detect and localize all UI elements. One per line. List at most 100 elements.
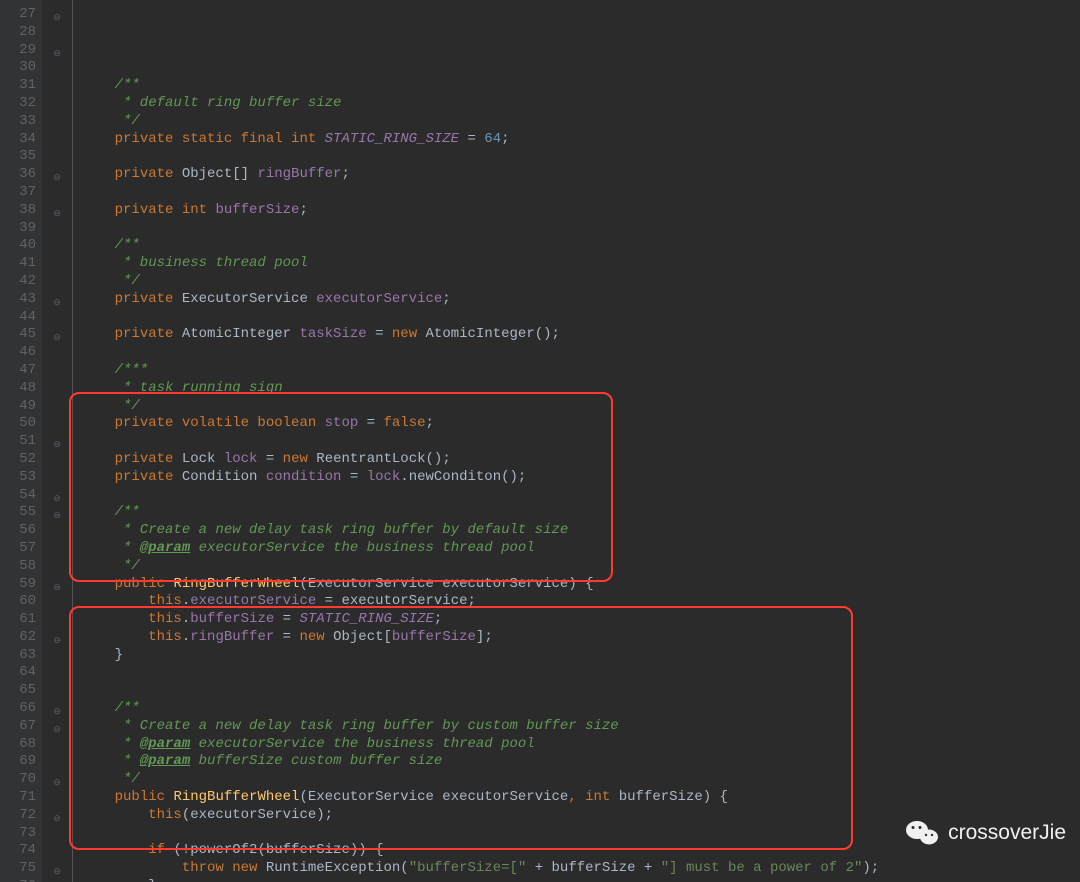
line-number: 63: [0, 647, 36, 665]
line-number: 61: [0, 611, 36, 629]
line-number: 28: [0, 24, 36, 42]
watermark-text: crossoverJie: [948, 824, 1066, 842]
code-line[interactable]: }: [81, 647, 1080, 665]
code-line[interactable]: [81, 309, 1080, 327]
fold-gutter[interactable]: ⊖⊖⊖⊖⊖⊖⊖⊖⊖⊖⊖⊖⊖⊖⊖⊖: [42, 0, 73, 882]
line-number: 38: [0, 202, 36, 220]
code-line[interactable]: this.executorService = executorService;: [81, 593, 1080, 611]
line-number: 46: [0, 344, 36, 362]
line-number: 75: [0, 860, 36, 878]
code-line[interactable]: [81, 220, 1080, 238]
line-number: 57: [0, 540, 36, 558]
line-number: 73: [0, 825, 36, 843]
code-line[interactable]: */: [81, 273, 1080, 291]
code-line[interactable]: [81, 344, 1080, 362]
code-line[interactable]: private static final int STATIC_RING_SIZ…: [81, 131, 1080, 149]
line-number: 47: [0, 362, 36, 380]
line-number: 50: [0, 415, 36, 433]
line-number: 54: [0, 487, 36, 505]
code-line[interactable]: * default ring buffer size: [81, 95, 1080, 113]
code-line[interactable]: }: [81, 878, 1080, 882]
code-line[interactable]: [81, 682, 1080, 700]
code-line[interactable]: /**: [81, 77, 1080, 95]
line-number: 30: [0, 59, 36, 77]
fold-marker[interactable]: ⊖: [53, 295, 61, 313]
fold-marker[interactable]: ⊖: [53, 864, 61, 882]
code-line[interactable]: this.bufferSize = STATIC_RING_SIZE;: [81, 611, 1080, 629]
fold-marker[interactable]: ⊖: [53, 46, 61, 64]
line-number: 41: [0, 255, 36, 273]
code-line[interactable]: * @param executorService the business th…: [81, 736, 1080, 754]
fold-marker[interactable]: ⊖: [53, 775, 61, 793]
code-line[interactable]: /**: [81, 237, 1080, 255]
fold-marker[interactable]: ⊖: [53, 722, 61, 740]
code-area[interactable]: /** * default ring buffer size */ privat…: [73, 0, 1080, 882]
code-line[interactable]: [81, 433, 1080, 451]
line-number: 67: [0, 718, 36, 736]
line-number: 55: [0, 504, 36, 522]
line-number: 68: [0, 736, 36, 754]
code-line[interactable]: private ExecutorService executorService;: [81, 291, 1080, 309]
code-line[interactable]: private int bufferSize;: [81, 202, 1080, 220]
code-line[interactable]: [81, 148, 1080, 166]
line-number: 70: [0, 771, 36, 789]
code-line[interactable]: throw new RuntimeException("bufferSize=[…: [81, 860, 1080, 878]
fold-marker[interactable]: ⊖: [53, 170, 61, 188]
wechat-icon: [904, 818, 940, 848]
code-line[interactable]: * @param bufferSize custom buffer size: [81, 753, 1080, 771]
fold-marker[interactable]: ⊖: [53, 491, 61, 509]
code-line[interactable]: */: [81, 558, 1080, 576]
line-number: 42: [0, 273, 36, 291]
fold-marker[interactable]: ⊖: [53, 437, 61, 455]
line-number: 72: [0, 807, 36, 825]
code-line[interactable]: * @param executorService the business th…: [81, 540, 1080, 558]
line-number: 39: [0, 220, 36, 238]
code-line[interactable]: private Object[] ringBuffer;: [81, 166, 1080, 184]
code-line[interactable]: this.ringBuffer = new Object[bufferSize]…: [81, 629, 1080, 647]
code-line[interactable]: [81, 184, 1080, 202]
line-number: 29: [0, 42, 36, 60]
code-line[interactable]: */: [81, 771, 1080, 789]
line-number: 32: [0, 95, 36, 113]
fold-marker[interactable]: ⊖: [53, 330, 61, 348]
fold-marker[interactable]: ⊖: [53, 704, 61, 722]
fold-marker[interactable]: ⊖: [53, 811, 61, 829]
code-editor[interactable]: 2728293031323334353637383940414243444546…: [0, 0, 1080, 882]
line-number: 52: [0, 451, 36, 469]
fold-marker[interactable]: ⊖: [53, 633, 61, 651]
code-line[interactable]: */: [81, 398, 1080, 416]
code-line[interactable]: * Create a new delay task ring buffer by…: [81, 718, 1080, 736]
line-number: 62: [0, 629, 36, 647]
line-number: 69: [0, 753, 36, 771]
fold-marker[interactable]: ⊖: [53, 206, 61, 224]
line-number: 45: [0, 326, 36, 344]
line-number-gutter: 2728293031323334353637383940414243444546…: [0, 0, 42, 882]
code-line[interactable]: * Create a new delay task ring buffer by…: [81, 522, 1080, 540]
line-number: 33: [0, 113, 36, 131]
line-number: 27: [0, 6, 36, 24]
fold-marker[interactable]: ⊖: [53, 10, 61, 28]
code-line[interactable]: [81, 664, 1080, 682]
line-number: 43: [0, 291, 36, 309]
code-line[interactable]: [81, 487, 1080, 505]
line-number: 66: [0, 700, 36, 718]
code-line[interactable]: private AtomicInteger taskSize = new Ato…: [81, 326, 1080, 344]
code-line[interactable]: /**: [81, 504, 1080, 522]
line-number: 31: [0, 77, 36, 95]
code-line[interactable]: /**: [81, 700, 1080, 718]
line-number: 51: [0, 433, 36, 451]
line-number: 40: [0, 237, 36, 255]
code-line[interactable]: private Condition condition = lock.newCo…: [81, 469, 1080, 487]
code-line[interactable]: private Lock lock = new ReentrantLock();: [81, 451, 1080, 469]
line-number: 56: [0, 522, 36, 540]
code-line[interactable]: public RingBufferWheel(ExecutorService e…: [81, 789, 1080, 807]
code-line[interactable]: /***: [81, 362, 1080, 380]
fold-marker[interactable]: ⊖: [53, 508, 61, 526]
code-line[interactable]: * business thread pool: [81, 255, 1080, 273]
fold-marker[interactable]: ⊖: [53, 580, 61, 598]
code-line[interactable]: private volatile boolean stop = false;: [81, 415, 1080, 433]
code-line[interactable]: public RingBufferWheel(ExecutorService e…: [81, 576, 1080, 594]
code-line[interactable]: * task running sign: [81, 380, 1080, 398]
line-number: 53: [0, 469, 36, 487]
code-line[interactable]: */: [81, 113, 1080, 131]
